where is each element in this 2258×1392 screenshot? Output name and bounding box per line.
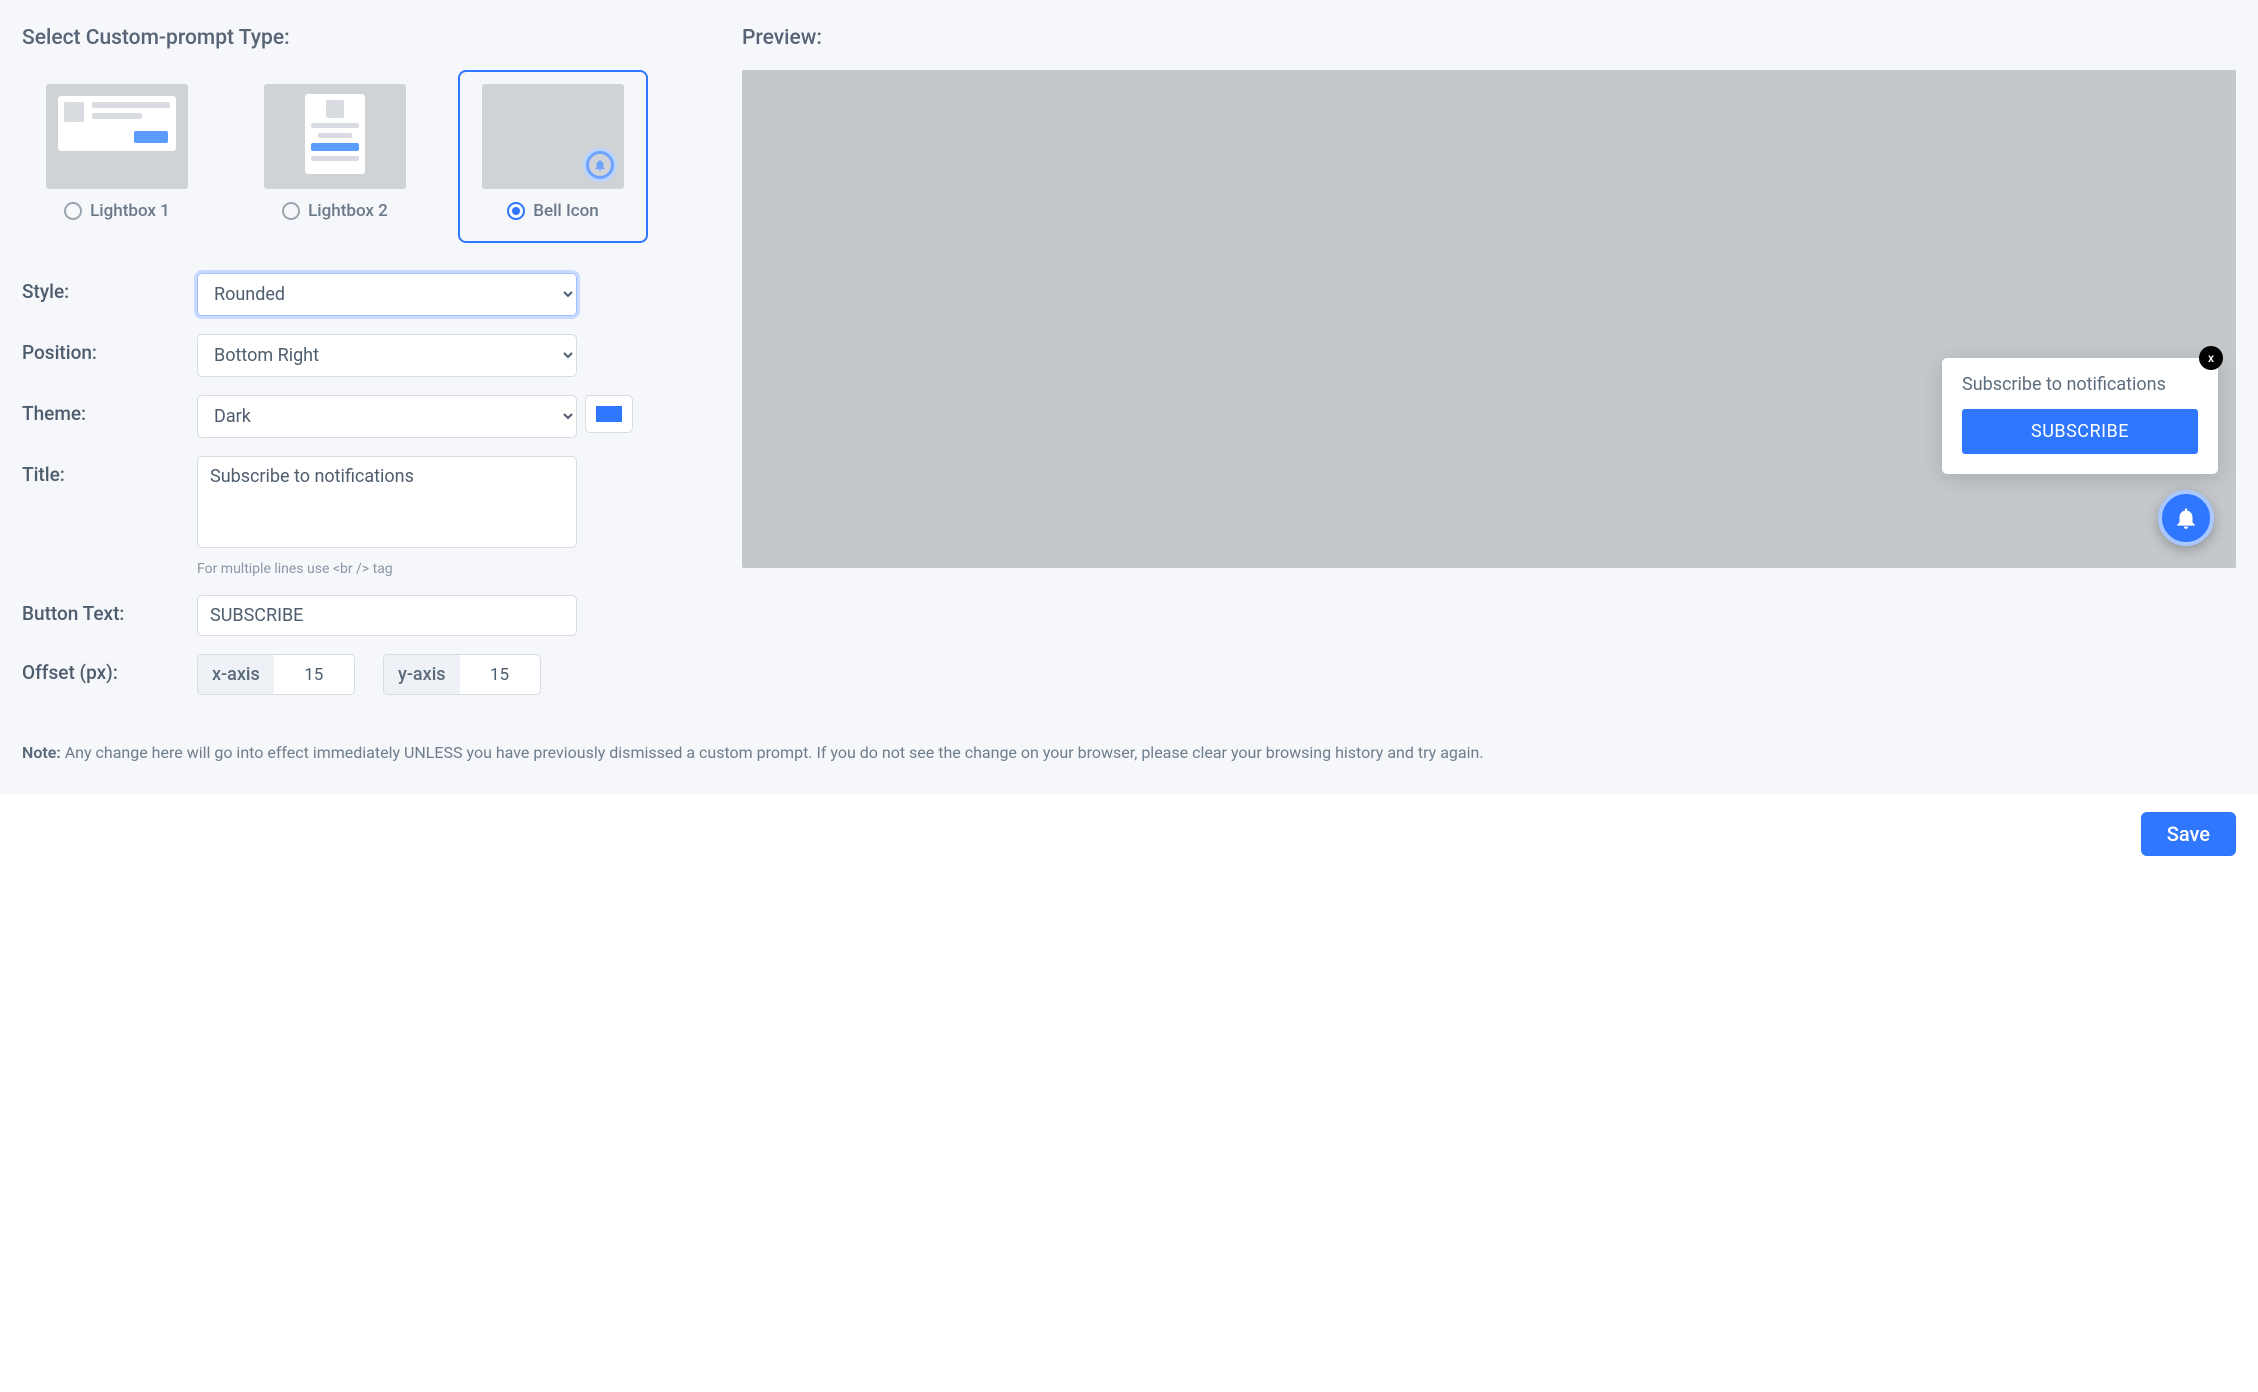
close-icon[interactable]: x — [2199, 346, 2223, 370]
save-button[interactable]: Save — [2141, 812, 2236, 856]
preview-bell-icon[interactable] — [2158, 490, 2214, 546]
preview-column: Preview: x Subscribe to notifications SU… — [742, 26, 2236, 713]
note-label: Note: — [22, 743, 61, 762]
type-option-lightbox1[interactable]: Lightbox 1 — [22, 70, 212, 243]
preview-popup: x Subscribe to notifications SUBSCRIBE — [1942, 358, 2218, 474]
offset-label: Offset (px): — [22, 654, 197, 684]
note-body: Any change here will go into effect imme… — [61, 743, 1484, 762]
type-label: Lightbox 1 — [90, 201, 170, 221]
style-label: Style: — [22, 273, 197, 303]
color-swatch[interactable] — [585, 395, 633, 433]
button-text-label: Button Text: — [22, 595, 197, 625]
title-textarea[interactable]: Subscribe to notifications — [197, 456, 577, 548]
lightbox2-thumb — [264, 84, 406, 189]
type-label: Bell Icon — [533, 201, 599, 221]
title-label: Title: — [22, 456, 197, 486]
title-hint: For multiple lines use <br /> tag — [197, 561, 702, 577]
preview-subscribe-button[interactable]: SUBSCRIBE — [1962, 409, 2198, 454]
theme-select[interactable]: Dark — [197, 395, 577, 438]
bell-icon — [2173, 505, 2199, 531]
theme-label: Theme: — [22, 395, 197, 425]
button-text-input[interactable] — [197, 595, 577, 636]
offset-y-input[interactable] — [460, 655, 540, 694]
preview-heading: Preview: — [742, 26, 2236, 50]
preview-canvas: x Subscribe to notifications SUBSCRIBE — [742, 70, 2236, 568]
bell-icon-thumb — [482, 84, 624, 189]
radio-icon — [507, 202, 525, 220]
footer: Save — [0, 794, 2258, 874]
radio-icon — [282, 202, 300, 220]
position-select[interactable]: Bottom Right — [197, 334, 577, 377]
config-column: Select Custom-prompt Type: Lightbox 1 Li… — [22, 26, 702, 713]
settings-panel: Select Custom-prompt Type: Lightbox 1 Li… — [0, 0, 2258, 794]
position-label: Position: — [22, 334, 197, 364]
prompt-type-options: Lightbox 1 Lightbox 2 Bell Icon — [22, 70, 702, 243]
style-select[interactable]: Rounded — [197, 273, 577, 316]
radio-icon — [64, 202, 82, 220]
type-label: Lightbox 2 — [308, 201, 388, 221]
x-axis-tag: x-axis — [198, 655, 274, 694]
y-axis-tag: y-axis — [384, 655, 460, 694]
note-text: Note: Any change here will go into effec… — [22, 741, 2236, 764]
type-option-lightbox2[interactable]: Lightbox 2 — [240, 70, 430, 243]
preview-title: Subscribe to notifications — [1962, 374, 2198, 395]
type-option-bell-icon[interactable]: Bell Icon — [458, 70, 648, 243]
offset-x-input[interactable] — [274, 655, 354, 694]
select-type-heading: Select Custom-prompt Type: — [22, 26, 702, 50]
lightbox1-thumb — [46, 84, 188, 189]
bell-icon — [586, 151, 614, 179]
